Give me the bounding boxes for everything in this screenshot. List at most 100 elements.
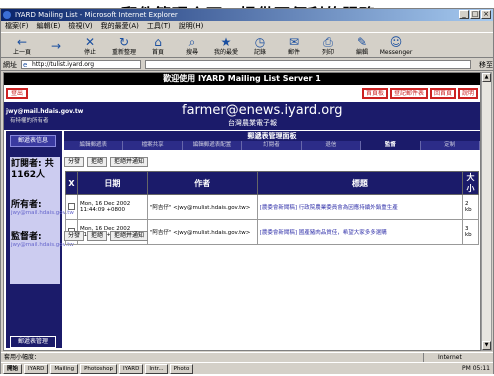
panel-title: 郵遞表管理面板 — [64, 131, 480, 141]
window-title: IYARD Mailing List - Microsoft Internet … — [15, 11, 178, 19]
print-icon: ⎙ — [323, 34, 333, 49]
go-button[interactable]: 移至 — [479, 60, 493, 70]
address-bar: 網址 e http://tulist.iyard.org 移至 — [1, 59, 493, 71]
toolbar: ← 上一頁 → ✕ 停止 ↻ 重新整理 ⌂ 首頁 ⌕ 搜尋 ★ 我的最愛 ◷ 記錄 ✉ 郵件 ⎙ 列印 ✎ 編輯 ☺ Mes… — [1, 32, 493, 58]
messenger-button[interactable]: ☺ Messenger — [379, 33, 413, 59]
taskbar-item[interactable]: Mailing — [50, 363, 79, 374]
row-date: Mon, 16 Dec 2002 11:44:09 +0800 — [77, 194, 148, 220]
menu-tools[interactable]: 工具(T) — [147, 21, 171, 32]
toolbar-label: 郵件 — [287, 48, 300, 56]
menu-favorites[interactable]: 我的最愛(A) — [101, 21, 139, 32]
status-text: 套用小幅度： — [4, 354, 41, 361]
col-select: X — [65, 171, 78, 195]
top-links: 首頁板 登記郵件表 回首頁 說明 — [361, 88, 478, 99]
home-icon: ⌂ — [154, 34, 162, 49]
home-button[interactable]: ⌂ 首頁 — [141, 33, 175, 59]
start-button[interactable]: 開始 — [3, 363, 23, 374]
toplink-register[interactable]: 登記郵件表 — [389, 88, 428, 99]
taskbar: 開始 IYARD Mailing Photoshop IYARD Intr...… — [1, 362, 493, 374]
tab-subscribers[interactable]: 訂閱者 — [242, 141, 302, 150]
minimize-button[interactable]: _ — [459, 10, 469, 19]
owner-label: 所有者: — [11, 200, 42, 210]
toolbar-label: 記錄 — [253, 48, 266, 56]
history-button[interactable]: ◷ 記錄 — [243, 33, 277, 59]
forward-arrow-button[interactable]: → — [39, 33, 73, 59]
tab-bounces[interactable]: 退信 — [302, 141, 362, 150]
toolbar-label: 列印 — [321, 48, 334, 56]
subscriber-count: 訂閱者: 共1162人 — [11, 159, 54, 180]
vertical-scrollbar[interactable]: ▲ ▼ — [481, 72, 492, 351]
menubar: 檔案(F) 編輯(E) 檢視(V) 我的最愛(A) 工具(T) 說明(H) — [1, 21, 493, 32]
menu-file[interactable]: 檔案(F) — [5, 21, 29, 32]
logout-button[interactable]: 登出 — [6, 88, 28, 99]
messenger-icon: ☺ — [389, 34, 403, 49]
reject-button[interactable]: 拒絕 — [87, 157, 108, 167]
menu-help[interactable]: 說明(H) — [179, 21, 204, 32]
toplink-home[interactable]: 回首頁 — [429, 88, 456, 99]
col-subject: 標題 — [256, 171, 464, 195]
welcome-bar: 歡迎使用 IYARD Mailing List Server 1 — [4, 73, 480, 85]
search-button[interactable]: ⌕ 搜尋 — [175, 33, 209, 59]
stop-button[interactable]: ✕ 停止 — [73, 33, 107, 59]
tab-edit-list[interactable]: 編輯郵遞表 — [64, 141, 124, 150]
taskbar-item[interactable]: IYARD — [24, 363, 49, 374]
print-button[interactable]: ⎙ 列印 — [311, 33, 345, 59]
address-url: http://tulist.iyard.org — [32, 61, 95, 68]
taskbar-item[interactable]: Intr... — [145, 363, 168, 374]
toplink-help[interactable]: 說明 — [457, 88, 478, 99]
toolbar-label: 首頁 — [151, 48, 164, 56]
edit-button[interactable]: ✎ 編輯 — [345, 33, 379, 59]
page-icon: e — [23, 61, 28, 69]
list-admin-button[interactable]: 郵遞表管理 — [10, 336, 56, 348]
toplink-index[interactable]: 首頁板 — [361, 88, 388, 99]
list-info-button[interactable]: 郵遞表信息 — [10, 135, 56, 147]
row-size: 2 kb — [462, 194, 479, 220]
reject-notify-button[interactable]: 拒絕并通知 — [110, 157, 149, 167]
toolbar-label: 搜尋 — [185, 48, 198, 56]
taskbar-item[interactable]: Photo — [169, 363, 194, 374]
close-button[interactable]: × — [481, 10, 491, 19]
scroll-up-icon[interactable]: ▲ — [482, 73, 491, 82]
tab-file-sharing[interactable]: 檔案共享 — [123, 141, 183, 150]
mail-button[interactable]: ✉ 郵件 — [277, 33, 311, 59]
browser-window: IYARD Mailing List - Microsoft Internet … — [0, 8, 494, 374]
tab-list-config[interactable]: 編輯郵遞表配置 — [183, 141, 243, 150]
row-size: 3 kb — [462, 219, 479, 245]
refresh-button[interactable]: ↻ 重新整理 — [107, 33, 141, 59]
favorites-icon: ★ — [220, 34, 232, 49]
col-size: 大小 — [462, 171, 479, 195]
distribute-button[interactable]: 分發 — [64, 231, 85, 241]
row-subject-link[interactable]: [農委會新聞稿] 國產豬肉品質佳，希望大家多多選購 — [256, 219, 464, 245]
taskbar-item[interactable]: IYARD — [118, 363, 144, 374]
toolbar-label: 重新整理 — [111, 48, 136, 56]
tab-customize[interactable]: 定制 — [421, 141, 480, 150]
toolbar-label: 編輯 — [355, 48, 368, 56]
tab-moderate[interactable]: 監督 — [361, 141, 421, 150]
maximize-button[interactable]: □ — [470, 10, 480, 19]
ie-logo-icon — [3, 11, 11, 19]
list-header: jwy@mail.hdais.gov.tw 有特權的所有者 farmer@ene… — [4, 102, 480, 130]
address-dropdown-area[interactable] — [145, 60, 471, 69]
table-row: Mon, 16 Dec 2002 11:44:09 +0800 "阿吉仔" <j… — [65, 194, 479, 220]
distribute-button[interactable]: 分發 — [64, 157, 85, 167]
row-subject-link[interactable]: [農委會新聞稿] 行政院農業委員會為因應持續外銷重生產 — [256, 194, 464, 220]
reject-button[interactable]: 拒絕 — [87, 231, 108, 241]
taskbar-item[interactable]: Photoshop — [80, 363, 117, 374]
toolbar-label: Messenger — [379, 48, 413, 56]
toolbar-label: 停止 — [83, 48, 96, 56]
row-checkbox[interactable] — [68, 202, 75, 210]
toolbar-label: 我的最愛 — [213, 48, 238, 56]
col-author: 作者 — [146, 171, 258, 195]
address-input[interactable]: e http://tulist.iyard.org — [21, 60, 141, 69]
page-content: 歡迎使用 IYARD Mailing List Server 1 登出 首頁板 … — [3, 72, 481, 351]
stop-icon: ✕ — [84, 34, 96, 49]
reject-notify-button[interactable]: 拒絕并通知 — [110, 231, 149, 241]
menu-view[interactable]: 檢視(V) — [68, 21, 92, 32]
back-arrow-button[interactable]: ← 上一頁 — [5, 33, 39, 59]
menu-edit[interactable]: 編輯(E) — [37, 21, 61, 32]
scroll-down-icon[interactable]: ▼ — [482, 341, 491, 350]
search-icon: ⌕ — [188, 34, 196, 49]
favorites-button[interactable]: ★ 我的最愛 — [209, 33, 243, 59]
list-info-box: 訂閱者: 共1162人 所有者: jwy@mail.hdais.gov.tw 監… — [10, 157, 74, 284]
sidebar: 郵遞表信息 訂閱者: 共1162人 所有者: jwy@mail.hdais.go… — [6, 131, 74, 348]
